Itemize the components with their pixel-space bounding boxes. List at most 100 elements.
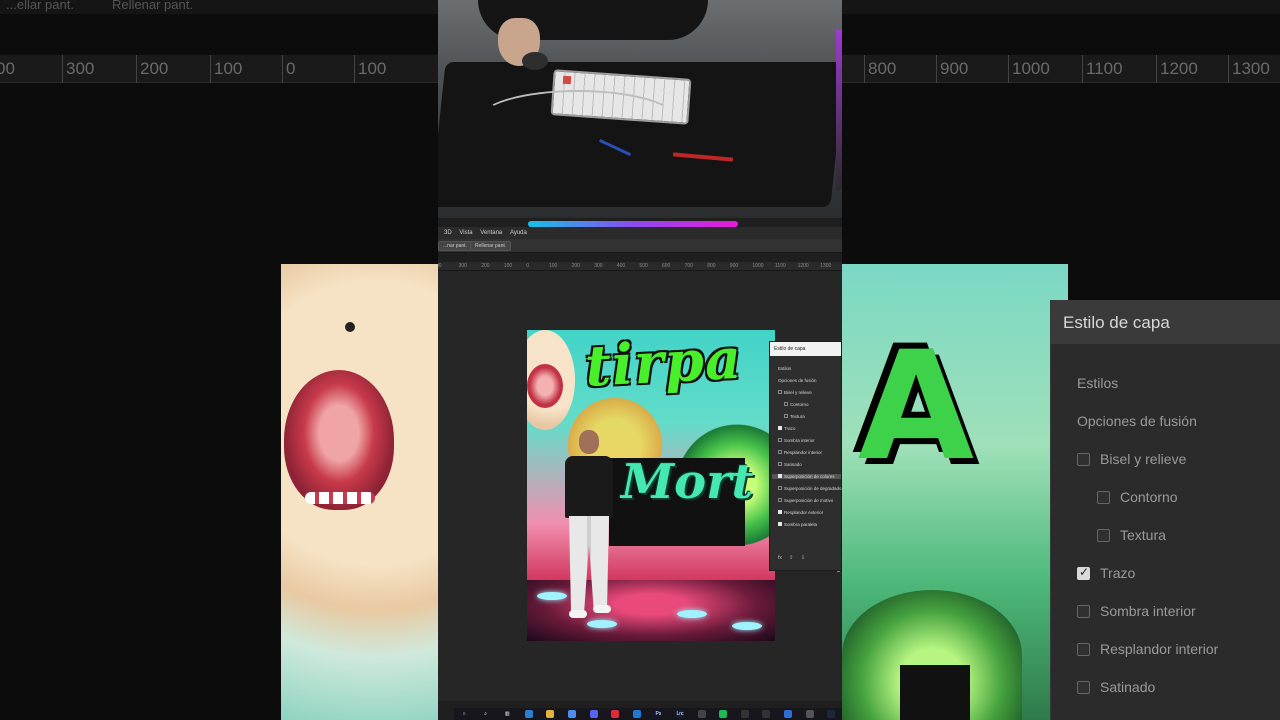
background-ruler: 800 900 1000 1100 1200 1300 xyxy=(842,55,1280,83)
checkbox xyxy=(1097,529,1110,542)
ruler-label: 00 xyxy=(0,59,15,78)
style-item-sombra-paralela[interactable]: Sombra paralela xyxy=(778,522,817,527)
style-item-trazo[interactable]: Trazo xyxy=(778,426,795,431)
background-ruler: 00 300 200 100 0 100 xyxy=(0,55,438,83)
style-label: Satinado xyxy=(1100,679,1156,695)
github-icon[interactable] xyxy=(740,710,749,718)
style-item-superposicion-de-motivo[interactable]: Superposición de motivo xyxy=(778,498,833,503)
style-item-satinado[interactable]: Satinado xyxy=(778,462,802,467)
menu-vista[interactable]: Vista xyxy=(459,227,472,239)
ruler-label: 1100 xyxy=(775,263,786,269)
background-layer-style-panel: Estilo de capa Estilos Opciones de fusión… xyxy=(1050,300,1280,720)
vscode-icon[interactable] xyxy=(632,710,641,718)
ruler-label: 100 xyxy=(214,59,243,78)
style-checkbox[interactable] xyxy=(778,438,782,442)
style-item-textura[interactable]: Textura xyxy=(784,414,805,419)
ruler-label: 200 xyxy=(140,59,169,78)
style-label: Resplandor interior xyxy=(1100,641,1219,657)
menu-ventana[interactable]: Ventana xyxy=(480,227,502,239)
photoshop-options-bar: ...nar pant. Rellenar pant. xyxy=(438,239,842,253)
fit-screen-button[interactable]: ...nar pant. xyxy=(438,241,472,251)
person-shoe xyxy=(569,610,587,618)
windows-icon[interactable]: ○ xyxy=(460,710,468,718)
character-mouth xyxy=(527,364,563,408)
chrome-icon[interactable] xyxy=(568,710,576,718)
browser-icon[interactable] xyxy=(784,710,792,718)
video-frame: ...ellar pant. Rellenar pant. 00 300 200… xyxy=(0,0,1280,720)
ruler-label: 200 xyxy=(481,263,490,269)
style-item-estilos[interactable]: Estilos xyxy=(778,366,791,371)
ruler-label: 700 xyxy=(684,263,693,269)
move-down-icon[interactable]: ⇩ xyxy=(801,555,805,561)
style-checkbox[interactable] xyxy=(778,498,782,502)
style-checkbox[interactable] xyxy=(778,390,782,394)
ruler-label: 300 xyxy=(594,263,603,269)
background-option-label: ...ellar pant. xyxy=(6,0,74,12)
app-icon[interactable] xyxy=(697,710,706,718)
style-item-opciones-de-fusion[interactable]: Opciones de fusión xyxy=(778,378,817,383)
style-checkbox[interactable] xyxy=(778,426,782,430)
style-item-label: Estilos xyxy=(778,366,792,371)
style-item-superposicion-de-degradado[interactable]: Superposición de degradado xyxy=(778,486,842,491)
background-options-bar xyxy=(842,0,1280,14)
menu-3d[interactable]: 3D xyxy=(444,227,452,239)
fx-icon[interactable]: fx xyxy=(778,555,782,561)
files-icon[interactable] xyxy=(546,710,555,718)
mail-icon[interactable] xyxy=(524,710,533,718)
background-character-mouth xyxy=(284,370,394,510)
background-style-resplandor-interior: Resplandor interior xyxy=(1077,641,1218,657)
gaming-icon[interactable] xyxy=(762,710,771,718)
monitor-edge-glow xyxy=(836,30,842,190)
discord-icon[interactable] xyxy=(589,710,598,718)
style-checkbox[interactable] xyxy=(778,450,782,454)
style-checkbox[interactable] xyxy=(778,510,782,514)
style-item-resplandor-interior[interactable]: Resplandor interior xyxy=(778,450,822,455)
style-checkbox[interactable] xyxy=(778,474,782,478)
checkbox xyxy=(1097,491,1110,504)
style-checkbox[interactable] xyxy=(778,486,782,490)
background-artwork-letter: A xyxy=(858,320,975,494)
style-label: Trazo xyxy=(1100,565,1136,581)
lightroom-icon[interactable]: Lrc xyxy=(676,710,684,718)
style-item-contorno[interactable]: Contorno xyxy=(784,402,809,407)
style-checkbox[interactable] xyxy=(778,462,782,466)
background-left: ...ellar pant. Rellenar pant. 00 300 200… xyxy=(0,0,438,720)
menu-ayuda[interactable]: Ayuda xyxy=(510,227,527,239)
search-icon[interactable]: ⌕ xyxy=(481,710,490,718)
layer-style-dialog: Estilo de capa Estilos Opciones de fusión… xyxy=(769,341,842,571)
style-item-bisel-y-relieve[interactable]: Bisel y relieve xyxy=(778,390,812,395)
fill-screen-button[interactable]: Rellenar pant. xyxy=(470,241,512,251)
keyboard-red-key xyxy=(562,75,572,85)
spotify-icon[interactable] xyxy=(719,710,728,718)
style-item-resplandor-exterior[interactable]: Resplandor exterior xyxy=(778,510,823,515)
photoshop-icon[interactable]: Ps xyxy=(654,710,663,718)
ruler-label: 100 xyxy=(549,263,558,269)
ruler-label: 1300 xyxy=(820,263,832,269)
opera-icon[interactable] xyxy=(611,710,620,718)
artwork-canvas[interactable]: tirpa Mort xyxy=(527,330,775,641)
ruler-label: 400 xyxy=(616,263,626,269)
ruler-label: 900 xyxy=(729,263,739,269)
steam-icon[interactable] xyxy=(827,710,836,718)
style-checkbox[interactable] xyxy=(784,414,788,418)
style-item-superposicion-de-colores[interactable]: Superposición de colores xyxy=(772,474,841,479)
background-character-eye xyxy=(345,322,355,332)
style-item-sombra-interior[interactable]: Sombra interior xyxy=(778,438,815,443)
move-up-icon[interactable]: ⇧ xyxy=(789,555,793,561)
style-item-label: Superposición de colores xyxy=(784,474,835,479)
photoshop-menubar: 3D Vista Ventana Ayuda xyxy=(438,227,842,239)
ruler-label: 200 xyxy=(571,263,580,269)
style-label: Opciones de fusión xyxy=(1077,413,1197,429)
style-item-label: Resplandor exterior xyxy=(784,510,824,515)
style-checkbox[interactable] xyxy=(784,402,788,406)
taskview-icon[interactable]: ▥ xyxy=(503,710,512,718)
artwork-title-top: tirpa xyxy=(583,330,744,400)
style-item-label: Superposición de motivo xyxy=(784,498,834,503)
photoshop-ruler: 0030020010001002003004005006007008009001… xyxy=(438,262,842,271)
tool-icon[interactable] xyxy=(805,710,814,718)
style-item-label: Contorno xyxy=(790,402,809,407)
person-head xyxy=(579,430,599,454)
background-style-opciones-de-fusion: Opciones de fusión xyxy=(1077,413,1197,429)
style-checkbox[interactable] xyxy=(778,522,782,526)
ruler-label: 1000 xyxy=(752,263,764,269)
